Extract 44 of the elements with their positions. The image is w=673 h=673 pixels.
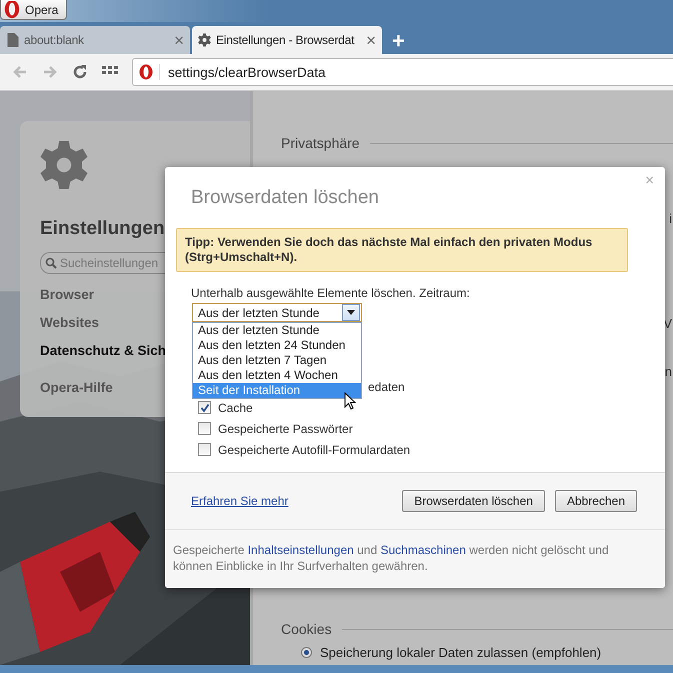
search-icon — [45, 257, 57, 269]
checkbox-label: Gespeicherte Passwörter — [218, 422, 353, 436]
checkbox-label: Cache — [218, 400, 253, 414]
checkbox-label: edaten — [368, 380, 405, 394]
radio-button[interactable] — [301, 647, 312, 658]
dropdown-option[interactable]: Aus den letzten 7 Tagen — [193, 353, 361, 368]
browser-tab[interactable]: Einstellungen - Browserdat × — [192, 26, 382, 54]
checkbox[interactable] — [198, 422, 211, 435]
opera-menu-button[interactable]: Opera — [0, 0, 68, 20]
period-label: Unterhalb ausgewählte Elemente löschen. Zeitraum: — [191, 286, 471, 300]
dialog-title: Browserdaten löschen — [191, 187, 380, 209]
checkbox[interactable] — [198, 401, 211, 414]
sidebar-title: Einstellungen — [40, 218, 166, 240]
new-tab-button[interactable]: + — [392, 30, 405, 52]
tip-banner: Tipp: Verwenden Sie doch das nächste Mal einfach den privaten Modus (Strg+Umschalt+N). — [176, 228, 628, 272]
opera-logo-icon — [3, 0, 21, 18]
caret-icon — [347, 310, 355, 315]
close-tab-button[interactable]: × — [366, 32, 376, 48]
setting-text: i — [669, 211, 672, 226]
gear-icon — [198, 33, 211, 47]
tab-title: about:blank — [24, 33, 85, 47]
opera-logo-icon — [139, 64, 160, 80]
search-engines-link[interactable]: Suchmaschinen — [380, 543, 466, 557]
section-heading: Cookies — [281, 621, 332, 637]
address-field[interactable]: settings/clearBrowserData — [132, 58, 673, 86]
page-icon — [6, 33, 19, 47]
clear-data-button[interactable]: Browserdaten löschen — [402, 490, 545, 512]
reload-icon[interactable] — [72, 64, 88, 80]
content-settings-link[interactable]: Inhaltseinstellungen — [248, 543, 354, 557]
cancel-button[interactable]: Abbrechen — [554, 490, 637, 512]
learn-more-link[interactable]: Erfahren Sie mehr — [191, 494, 288, 508]
section-heading: Privatsphäre — [281, 135, 360, 151]
setting-text: n — [664, 364, 672, 379]
browser-tab[interactable]: about:blank × — [0, 26, 190, 54]
period-dropdown[interactable]: Aus der letzten Stunde — [192, 303, 362, 322]
dropdown-option[interactable]: Aus den letzten 24 Stunden — [193, 338, 361, 353]
tab-title: Einstellungen - Browserdat — [216, 33, 356, 47]
checkbox-label: Gespeicherte Autofill-Formulardaten — [218, 442, 410, 456]
checkbox[interactable] — [198, 443, 211, 456]
dropdown-option[interactable]: Aus den letzten 4 Wochen — [193, 368, 361, 383]
info-text: Gespeicherte Inhaltseinstellungen und Suchmaschinen werden nicht gelöscht und können Einblicke in Ihr Surfverhalten gewähren. — [173, 542, 610, 574]
dropdown-option[interactable]: Aus der letzten Stunde — [193, 323, 361, 338]
radio-label: Speicherung lokaler Daten zulassen (empfohlen) — [320, 645, 602, 660]
gear-icon — [40, 141, 88, 189]
